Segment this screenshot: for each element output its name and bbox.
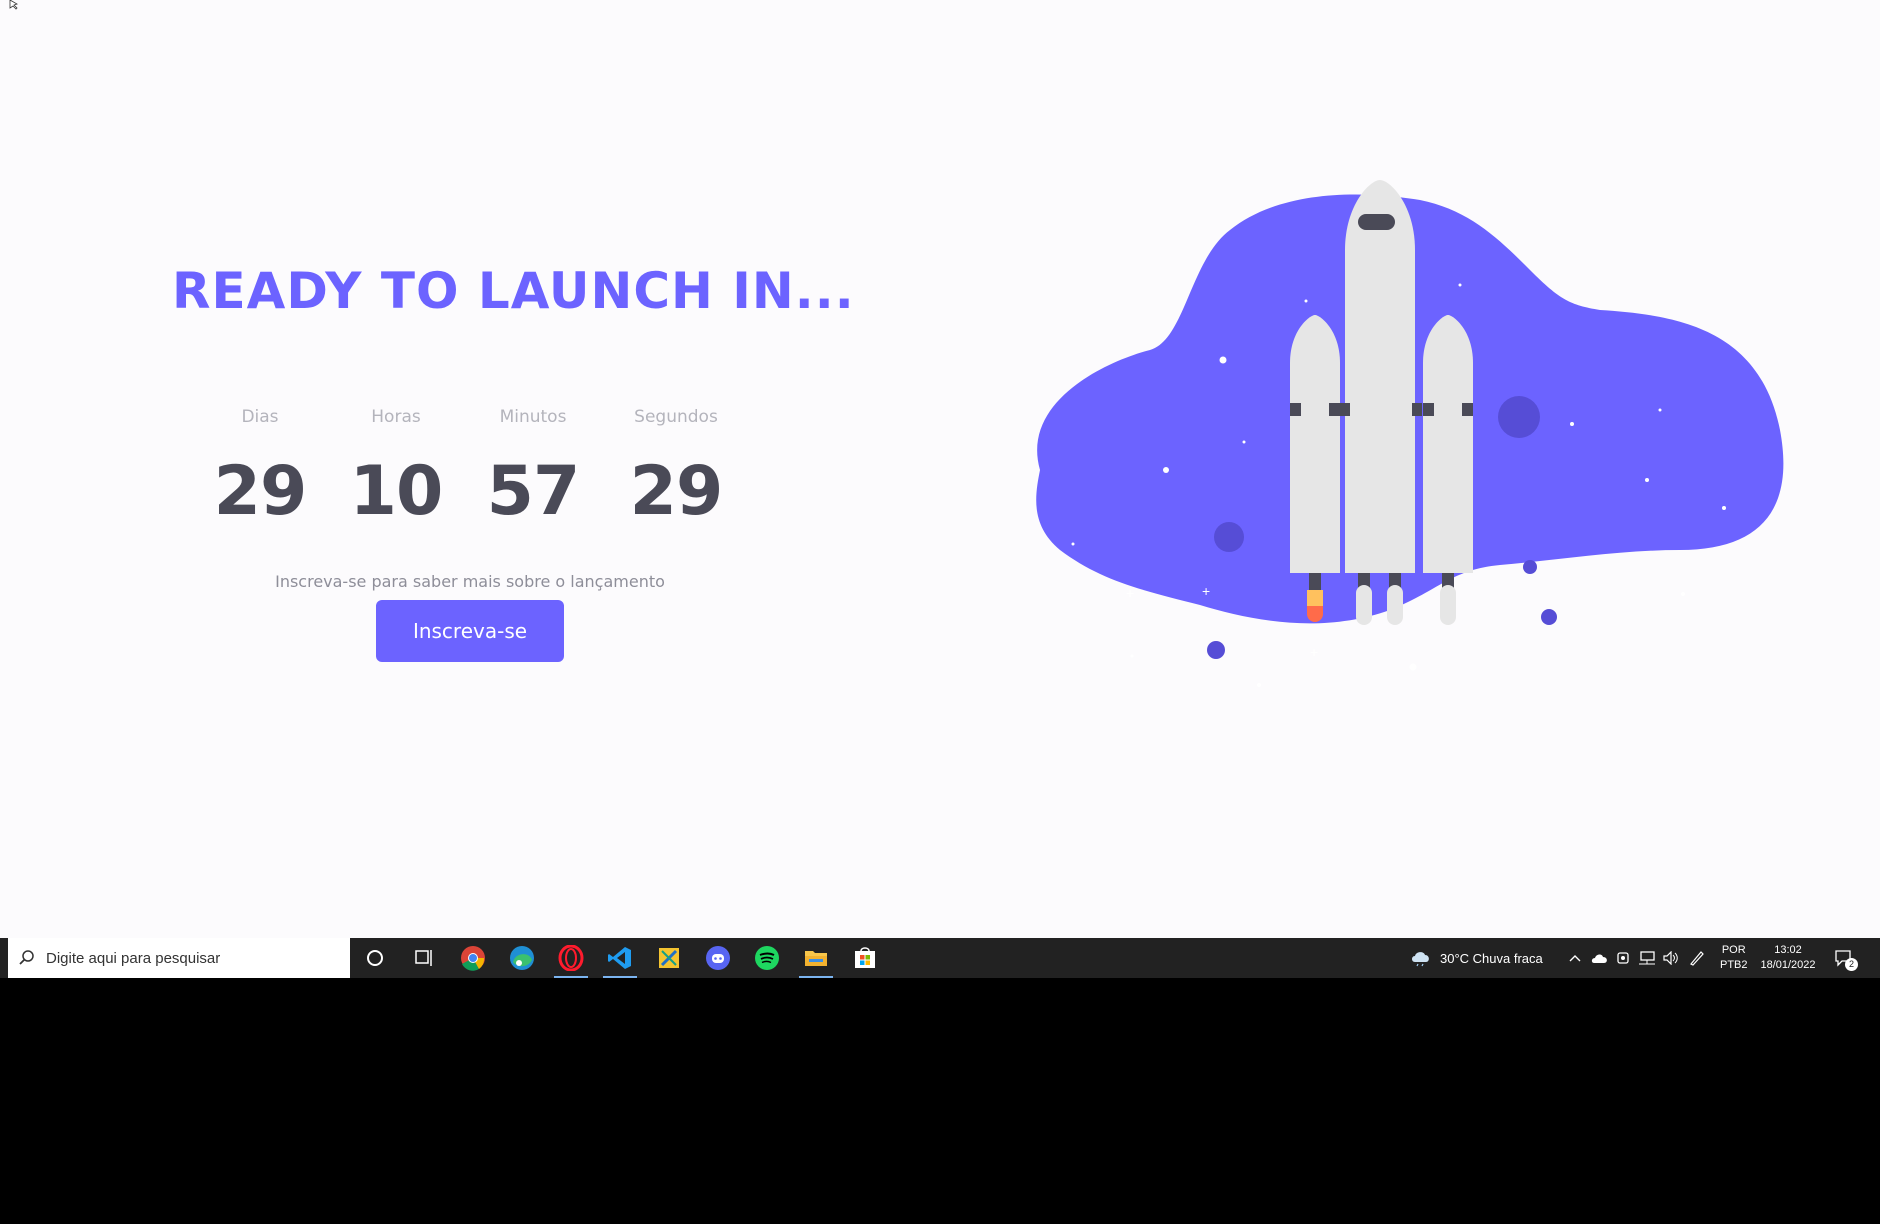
task-view-button[interactable] (401, 938, 447, 978)
opera-icon (558, 945, 584, 971)
countdown-hours-label: Horas (371, 407, 421, 427)
chrome-button[interactable] (450, 938, 496, 978)
svg-text:+: + (1202, 583, 1210, 599)
show-hidden-icons-button[interactable] (1568, 938, 1582, 978)
task-view-icon (415, 950, 432, 966)
discord-icon (706, 946, 730, 970)
cortana-button[interactable] (352, 938, 398, 978)
keyboard-layout: PTB2 (1720, 959, 1748, 971)
discord-button[interactable] (695, 938, 741, 978)
rocket-core (1340, 180, 1422, 625)
countdown-seconds-label: Segundos (634, 407, 718, 427)
search-icon (19, 950, 34, 965)
pen-icon (1690, 951, 1704, 966)
weather-widget[interactable]: 30°C Chuva fraca (1410, 938, 1543, 978)
mouse-cursor-icon (9, 0, 18, 10)
notifications-button[interactable]: 2 (1834, 938, 1858, 978)
search-placeholder: Digite aqui para pesquisar (46, 949, 221, 967)
file-explorer-button[interactable] (793, 938, 839, 978)
store-icon (855, 947, 875, 968)
spotify-button[interactable] (744, 938, 790, 978)
countdown-hours: Horas 10 (331, 402, 461, 532)
camera-icon (1617, 952, 1629, 964)
clock-time: 13:02 (1774, 944, 1802, 956)
planet-icon (1214, 522, 1244, 552)
rocket-illustration: + + + (1036, 180, 1784, 687)
edge-button[interactable] (499, 938, 545, 978)
empty-screen-area (0, 978, 1880, 1224)
cortana-icon (367, 950, 383, 966)
countdown-hours-value: 10 (349, 452, 444, 531)
snip-icon (659, 948, 679, 968)
planet-icon (1541, 609, 1557, 625)
windows-taskbar: Digite aqui para pesquisar 30°C Chuva fr… (0, 938, 1880, 978)
vscode-icon (608, 947, 631, 969)
opera-button[interactable] (548, 938, 594, 978)
edge-icon (510, 946, 534, 970)
clock-date: 18/01/2022 (1760, 959, 1816, 971)
countdown-days-label: Dias (241, 407, 279, 427)
weather-text: 30°C Chuva fraca (1440, 950, 1543, 966)
vscode-button[interactable] (597, 938, 643, 978)
countdown-minutes: Minutos 57 (468, 402, 598, 532)
language-code: POR (1721, 944, 1746, 956)
chevron-up-icon (1569, 955, 1581, 962)
countdown-minutes-value: 57 (486, 452, 581, 531)
chrome-icon (461, 946, 485, 971)
volume-icon (1663, 951, 1678, 965)
clock[interactable]: 13:02 18/01/2022 (1756, 938, 1820, 978)
svg-text:+: + (1126, 585, 1134, 601)
network-icon (1639, 951, 1655, 965)
subscribe-button[interactable]: Inscreva-se (376, 600, 564, 662)
countdown-days: Dias 29 (195, 402, 325, 532)
meet-now-button[interactable] (1616, 938, 1632, 978)
planet-icon (1523, 560, 1537, 574)
pen-workspace-button[interactable] (1688, 938, 1706, 978)
planet-icon (1207, 641, 1225, 659)
spotify-icon (755, 946, 779, 970)
countdown-seconds-value: 29 (629, 452, 724, 531)
svg-text:+: + (1310, 644, 1318, 660)
snip-button[interactable] (646, 938, 692, 978)
volume-button[interactable] (1662, 938, 1680, 978)
launch-page: READY TO LAUNCH IN... Dias 29 Horas 10 M… (0, 0, 1880, 938)
subscribe-subtitle: Inscreva-se para saber mais sobre o lanç… (275, 572, 665, 591)
onedrive-button[interactable] (1591, 938, 1609, 978)
store-button[interactable] (842, 938, 888, 978)
countdown-seconds: Segundos 29 (611, 402, 741, 532)
countdown-days-value: 29 (213, 452, 308, 531)
cloud-rain-icon (1412, 952, 1429, 967)
planet-icon (1498, 396, 1540, 438)
file-explorer-icon (805, 951, 827, 966)
onedrive-icon (1591, 954, 1607, 963)
notification-count-badge: 2 (1845, 958, 1858, 971)
network-button[interactable] (1638, 938, 1656, 978)
countdown-minutes-label: Minutos (499, 407, 567, 427)
taskbar-search-input[interactable]: Digite aqui para pesquisar (8, 938, 350, 978)
language-indicator[interactable]: POR PTB2 (1720, 938, 1750, 978)
page-title: READY TO LAUNCH IN... (172, 262, 855, 320)
